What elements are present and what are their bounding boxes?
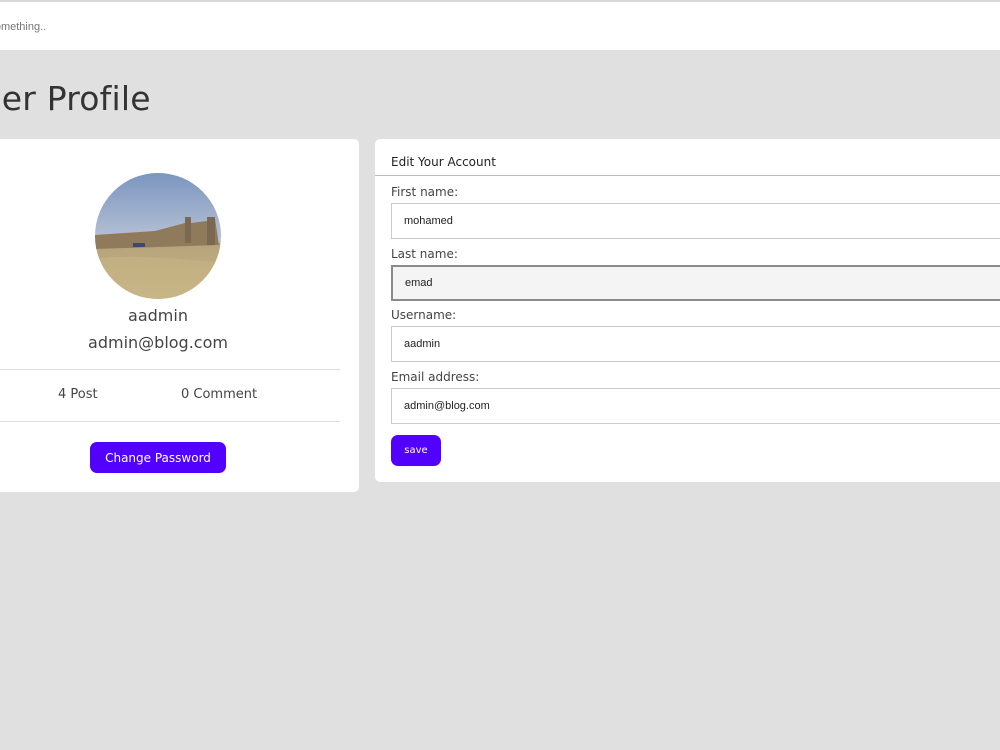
profile-divider-top xyxy=(0,369,340,370)
email-label: Email address: xyxy=(391,370,480,384)
email-input[interactable] xyxy=(391,388,1000,424)
profile-username: aadmin xyxy=(128,306,188,325)
first-name-input[interactable] xyxy=(391,203,1000,239)
search-input[interactable] xyxy=(0,10,560,44)
edit-account-title: Edit Your Account xyxy=(391,155,496,169)
username-label: Username: xyxy=(391,308,457,322)
page-title: User Profile xyxy=(0,79,151,118)
first-name-label: First name: xyxy=(391,185,459,199)
post-count: 4 Post xyxy=(58,387,98,402)
change-password-button[interactable]: Change Password xyxy=(90,442,226,473)
profile-email: admin@blog.com xyxy=(88,333,228,352)
username-input[interactable] xyxy=(391,326,1000,362)
avatar-photo xyxy=(95,173,221,299)
card-header-divider xyxy=(375,175,1000,176)
top-search-bar xyxy=(0,0,1000,50)
edit-account-card xyxy=(375,139,1000,482)
avatar xyxy=(95,173,221,299)
last-name-label: Last name: xyxy=(391,247,458,261)
profile-divider-bottom xyxy=(0,421,340,422)
comment-count: 0 Comment xyxy=(181,387,258,402)
last-name-input[interactable] xyxy=(391,265,1000,301)
save-button[interactable]: save xyxy=(391,435,441,466)
